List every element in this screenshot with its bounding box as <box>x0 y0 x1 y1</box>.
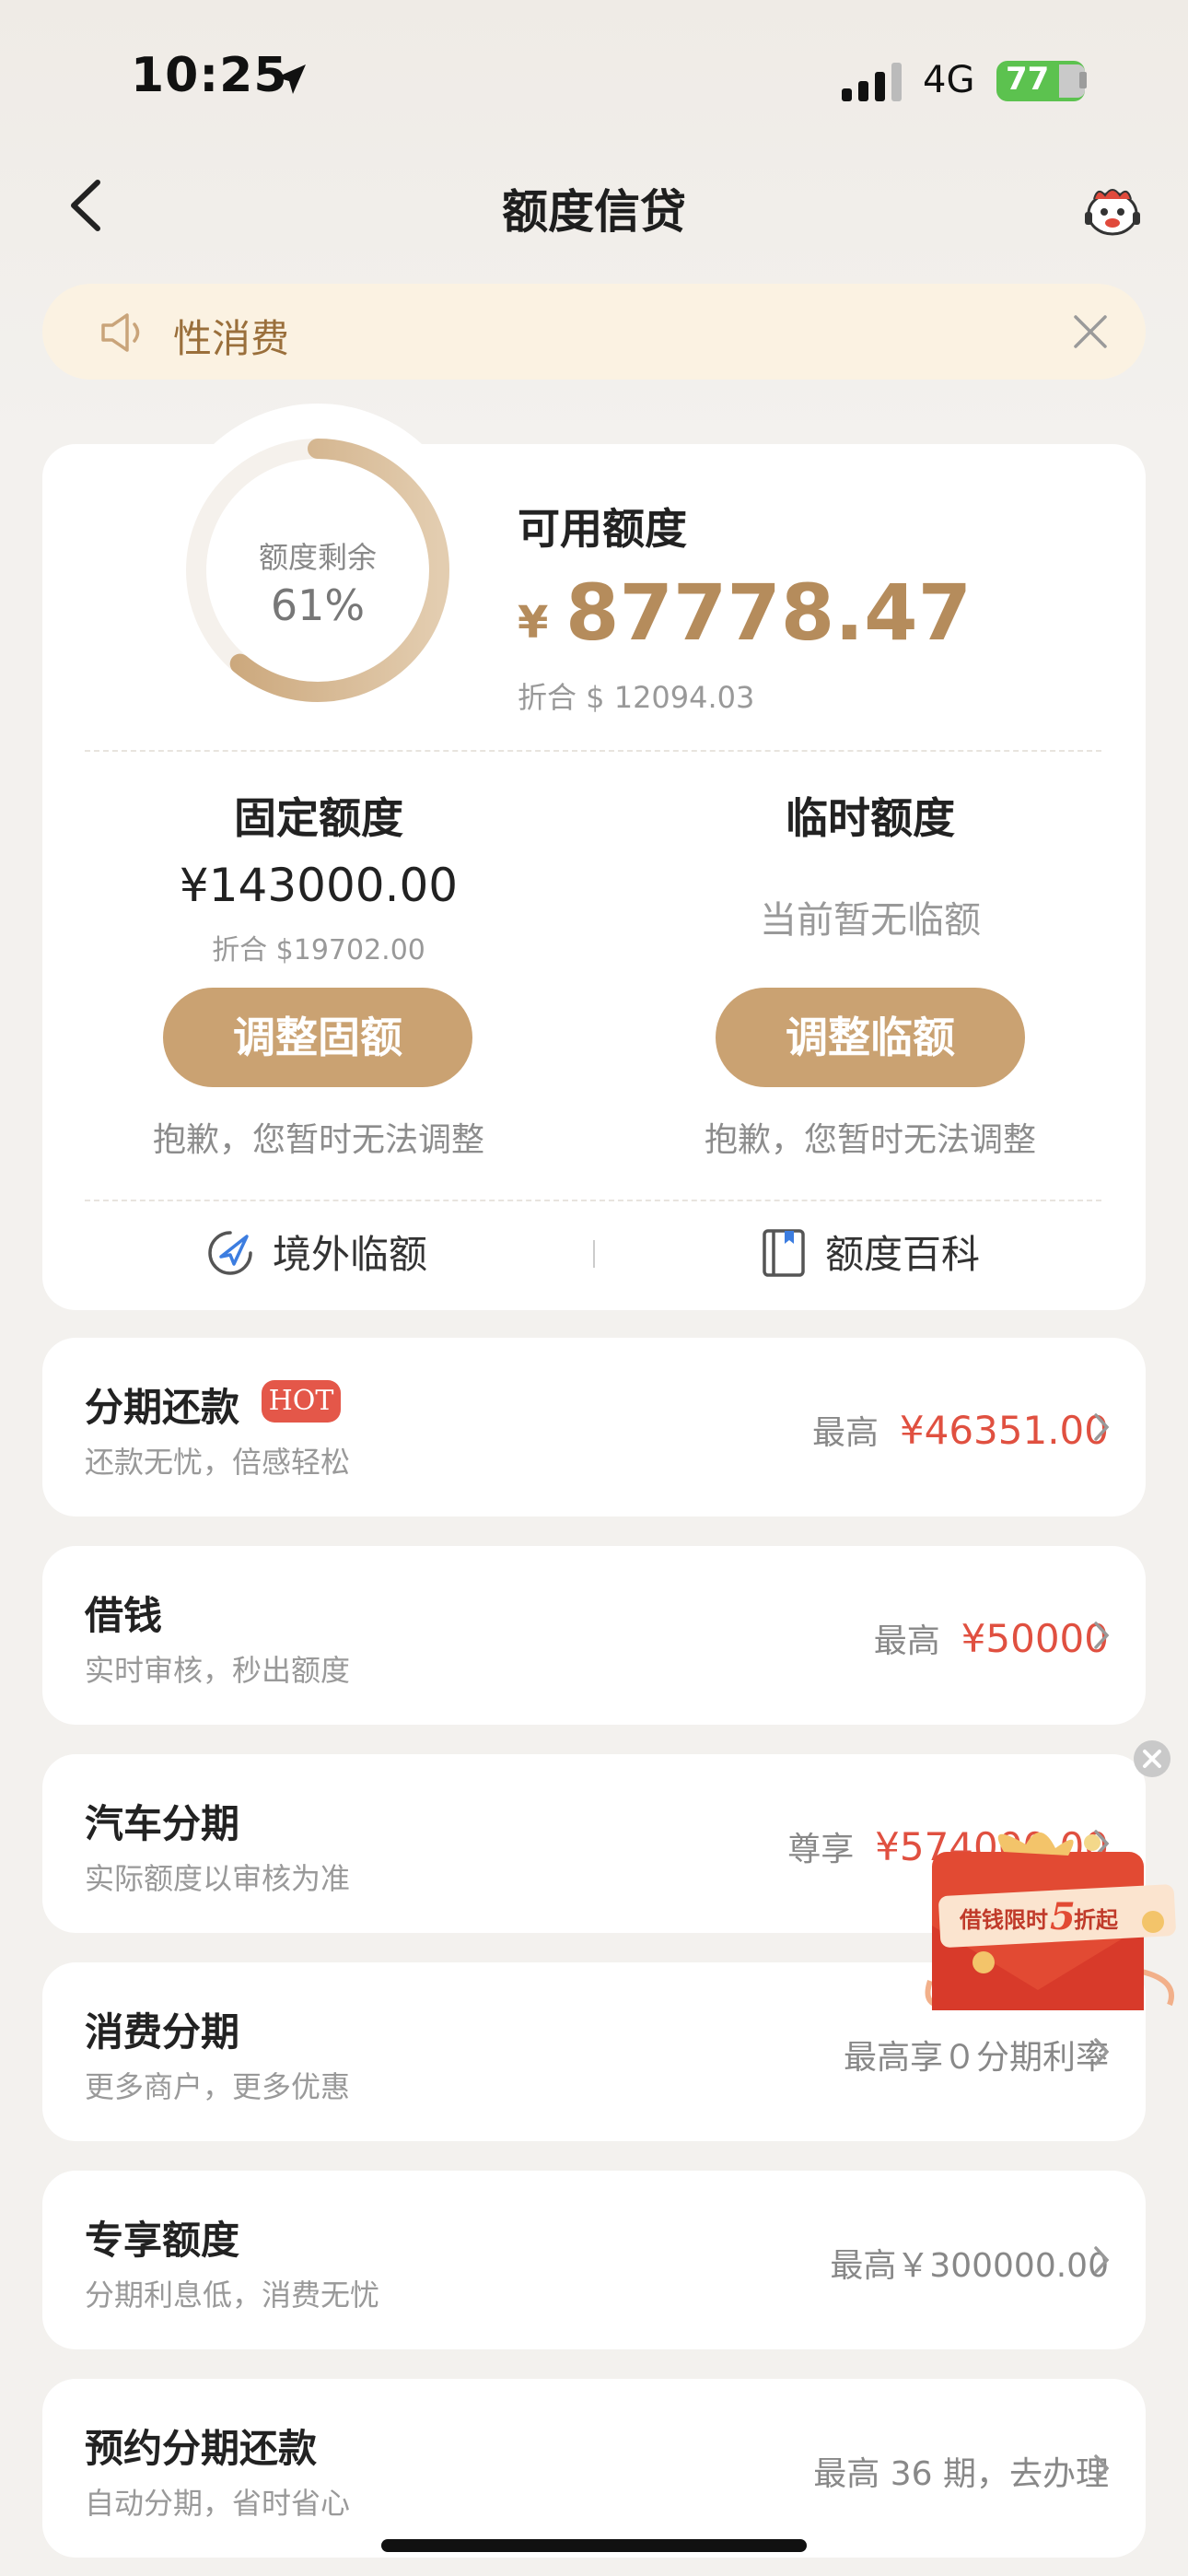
chevron-right-icon <box>1094 2038 1110 2066</box>
available-amount: 87778.47 <box>565 568 973 658</box>
ring-label: 额度剩余 <box>258 540 377 575</box>
ring-percent: 61% <box>270 580 366 630</box>
list-item-title: 专享额度 <box>85 2218 240 2263</box>
home-indicator <box>381 2539 807 2552</box>
list-item-value: 最高 ¥50000 <box>873 1616 1109 1661</box>
plane-globe-icon <box>208 1231 252 1275</box>
divider <box>85 1200 1101 1201</box>
list-item-value: 最高享０分期利率 <box>843 2039 1109 2077</box>
temp-adjust-note: 抱歉，您暂时无法调整 <box>704 1121 1036 1159</box>
list-item-title: 消费分期 <box>85 2009 240 2055</box>
notice-bar[interactable]: 性消费 <box>42 284 1146 380</box>
divider <box>85 750 1101 752</box>
close-icon[interactable] <box>1072 313 1109 350</box>
status-bar: 10:25 4G 77 <box>0 0 1188 157</box>
network-type: 4G <box>923 59 975 101</box>
fixed-quota-title: 固定额度 <box>234 793 403 843</box>
list-item-value: 最高￥300000.00 <box>830 2247 1109 2285</box>
list-item-title: 汽车分期 <box>85 1801 240 1846</box>
floating-promo-red-envelope[interactable]: 借钱限时 5 折起 <box>912 1824 1188 2027</box>
fixed-quota-usd: 折合 $19702.00 <box>212 934 425 966</box>
list-item-title: 借钱 <box>85 1593 163 1638</box>
cellular-signal-icon <box>842 63 902 101</box>
list-item-title: 预约分期还款 <box>85 2426 318 2471</box>
temp-quota-none: 当前暂无临额 <box>760 899 981 942</box>
list-item-title: 分期还款 <box>85 1385 240 1430</box>
fixed-quota-amount: ¥143000.00 <box>179 859 459 912</box>
list-item-subtitle: 更多商户，更多优惠 <box>85 2069 351 2104</box>
book-icon <box>763 1229 805 1277</box>
battery-level: 77 <box>1006 61 1050 98</box>
fixed-adjust-note: 抱歉，您暂时无法调整 <box>152 1121 484 1159</box>
list-item-subtitle: 还款无忧，倍感轻松 <box>85 1445 351 1480</box>
chevron-right-icon <box>1094 2246 1110 2274</box>
promo-text-before: 借钱限时 <box>959 1906 1048 1933</box>
list-item-subtitle: 实际额度以审核为准 <box>85 1861 351 1896</box>
list-item-subtitle: 自动分期，省时省心 <box>85 2486 351 2521</box>
status-time: 10:25 <box>131 48 288 103</box>
available-quota-title: 可用额度 <box>518 504 687 554</box>
tool-separator <box>593 1240 595 1268</box>
promo-text-after: 折起 <box>1074 1906 1119 1933</box>
overseas-temp-quota-link[interactable]: 境外临额 <box>273 1224 427 1279</box>
location-arrow-icon <box>276 64 306 94</box>
list-item-subtitle: 分期利息低，消费无忧 <box>85 2277 380 2313</box>
mascot-service-icon[interactable] <box>1083 181 1142 240</box>
chevron-right-icon <box>1094 1622 1110 1649</box>
available-currency: ¥ <box>518 597 549 649</box>
close-promo-icon[interactable] <box>1133 1739 1171 1778</box>
list-item-value: 最高 36 期，去办理 <box>813 2455 1109 2493</box>
temp-quota-title: 临时额度 <box>786 793 955 843</box>
chevron-right-icon <box>1094 1413 1110 1441</box>
promo-text-highlight: 5 <box>1050 1895 1076 1938</box>
page-title: 额度信贷 <box>502 185 686 239</box>
battery-cap <box>1079 72 1087 88</box>
quota-wiki-link[interactable]: 额度百科 <box>825 1224 980 1279</box>
speaker-icon <box>101 313 140 352</box>
hot-badge: HOT <box>262 1380 341 1423</box>
adjust-temp-button[interactable]: 调整临额 <box>716 988 1025 1087</box>
list-item-value: 最高 ¥46351.00 <box>811 1408 1109 1453</box>
available-usd: 折合 $ 12094.03 <box>518 680 755 715</box>
list-item-subtitle: 实时审核，秒出额度 <box>85 1653 351 1688</box>
notice-text: 性消费 <box>173 316 290 361</box>
chevron-right-icon <box>1094 2454 1110 2482</box>
adjust-fixed-button[interactable]: 调整固额 <box>163 988 472 1087</box>
